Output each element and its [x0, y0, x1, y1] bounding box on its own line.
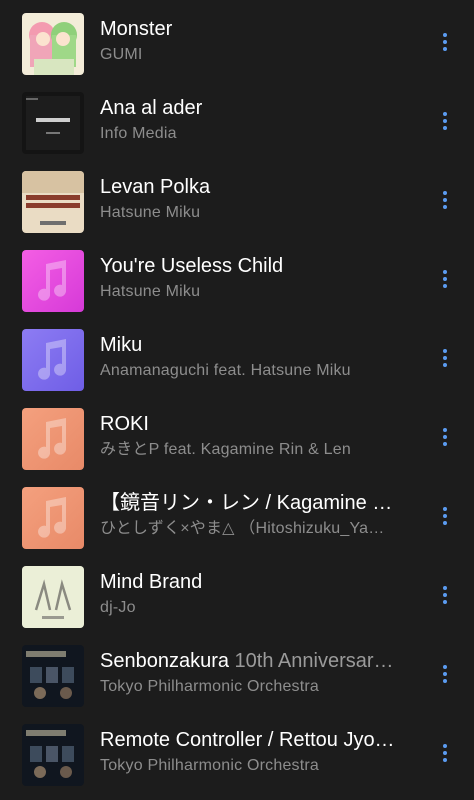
- song-artist: みきとP feat. Kagamine Rin & Len: [100, 441, 351, 458]
- song-artist: Hatsune Miku: [100, 283, 201, 300]
- album-art: [22, 645, 84, 707]
- song-title: Monster: [100, 18, 173, 40]
- song-row[interactable]: Mind Brand dj-Jo: [0, 553, 474, 632]
- song-list: Monster GUMI Ana al ader Info Media Leva…: [0, 0, 474, 800]
- song-artist: ひとしずく×やま△ （Hitoshizuku_Ya…: [100, 520, 385, 537]
- song-title: Mind Brand: [100, 571, 203, 593]
- album-art: [22, 487, 84, 549]
- album-art: [22, 566, 84, 628]
- song-row[interactable]: Remote Controller / Rettou Jyo… Tokyo Ph…: [0, 711, 474, 790]
- song-title: ROKI: [100, 413, 149, 435]
- song-title: Levan Polka: [100, 176, 211, 198]
- song-artist: Tokyo Philharmonic Orchestra: [100, 757, 320, 774]
- song-row[interactable]: Levan Polka Hatsune Miku: [0, 158, 474, 237]
- album-art: [22, 329, 84, 391]
- song-title: 【鏡音リン・レン / Kagamine …: [100, 492, 393, 514]
- more-options-icon[interactable]: [432, 417, 458, 457]
- more-options-icon[interactable]: [432, 496, 458, 536]
- song-title: You're Useless Child: [100, 255, 284, 277]
- album-art: [22, 724, 84, 786]
- album-art: [22, 408, 84, 470]
- more-options-icon[interactable]: [432, 259, 458, 299]
- more-options-icon[interactable]: [432, 733, 458, 773]
- more-options-icon[interactable]: [432, 575, 458, 615]
- song-artist: GUMI: [100, 46, 143, 63]
- song-row[interactable]: You're Useless Child Hatsune Miku: [0, 237, 474, 316]
- song-title: Ana al ader: [100, 97, 203, 119]
- song-row[interactable]: Miku Anamanaguchi feat. Hatsune Miku: [0, 316, 474, 395]
- more-options-icon[interactable]: [432, 180, 458, 220]
- more-options-icon[interactable]: [432, 654, 458, 694]
- song-row[interactable]: ROKI みきとP feat. Kagamine Rin & Len: [0, 395, 474, 474]
- song-artist: dj-Jo: [100, 599, 136, 616]
- song-artist: Info Media: [100, 125, 177, 142]
- song-artist: Anamanaguchi feat. Hatsune Miku: [100, 362, 351, 379]
- more-options-icon[interactable]: [432, 338, 458, 378]
- song-row[interactable]: Monster GUMI: [0, 0, 474, 79]
- song-artist: Tokyo Philharmonic Orchestra: [100, 678, 320, 695]
- song-title: Remote Controller / Rettou Jyo…: [100, 729, 395, 751]
- song-row[interactable]: Ana al ader Info Media: [0, 79, 474, 158]
- album-art: [22, 171, 84, 233]
- album-art: [22, 250, 84, 312]
- more-options-icon[interactable]: [432, 22, 458, 62]
- album-art: [22, 92, 84, 154]
- song-row[interactable]: 【鏡音リン・レン / Kagamine … ひとしずく×やま△ （Hitoshi…: [0, 474, 474, 553]
- song-row[interactable]: Senbonzakura 10th Anniversar… Tokyo Phil…: [0, 632, 474, 711]
- more-options-icon[interactable]: [432, 101, 458, 141]
- song-title: Senbonzakura 10th Anniversar…: [100, 650, 394, 672]
- song-artist: Hatsune Miku: [100, 204, 201, 221]
- album-art: [22, 13, 84, 75]
- song-title: Miku: [100, 334, 143, 356]
